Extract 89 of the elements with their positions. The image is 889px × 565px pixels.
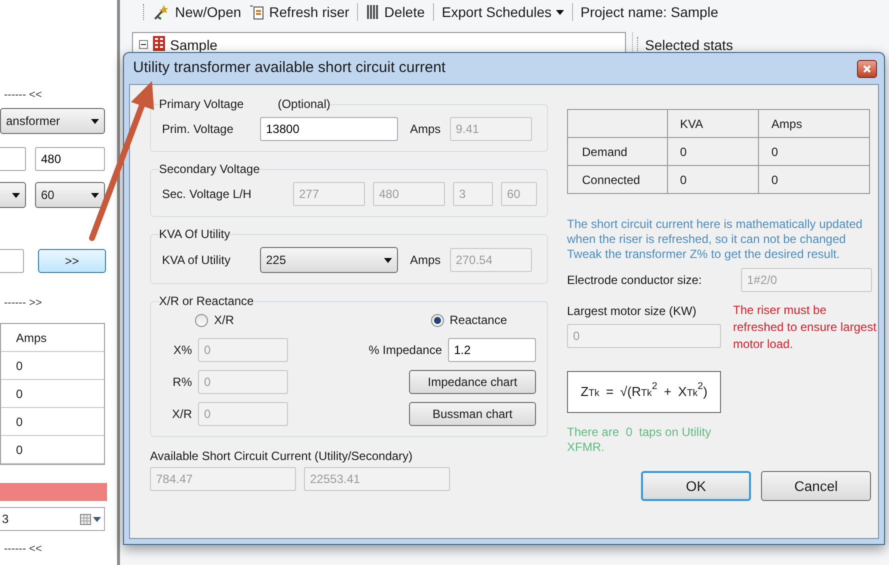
info-note: The short circuit current here is mathematically updated when the riser is refreshed, so it can not be changed Tweak the transformer Z% to get the desired result. — [567, 217, 864, 262]
input-field[interactable]: 480 — [35, 147, 105, 171]
next-button[interactable]: >> — [38, 249, 106, 273]
radio-button[interactable]: X/R — [195, 312, 332, 328]
toolbar-button[interactable]: New/Open — [153, 2, 242, 22]
field-label: Largest motor size (KW) — [567, 303, 698, 320]
table-cell: 0 — [668, 138, 759, 166]
row-header: Connected — [568, 166, 668, 194]
group-title: Secondary Voltage — [159, 161, 260, 178]
field-label: Available Short Circuit Current (Utility/Secondary) — [150, 448, 414, 465]
caret-icon — [91, 192, 99, 198]
group-title: X/R or Reactance — [159, 293, 254, 310]
row-header: Demand — [568, 138, 668, 166]
toolbar-button[interactable]: Refresh riser — [249, 2, 350, 22]
caret-icon — [91, 118, 99, 124]
export-dropdown[interactable]: Export Schedules — [442, 2, 564, 22]
warning-text: The riser must be refreshed to ensure largest motor load. — [733, 302, 877, 353]
input-field: 22553.41 — [304, 467, 450, 491]
caret-icon — [556, 10, 564, 14]
radio-circle[interactable] — [430, 314, 444, 326]
input-field: 1#2/0 — [741, 268, 872, 292]
group-title: KVA Of Utility — [159, 226, 230, 243]
dropdown[interactable] — [0, 182, 26, 208]
input-field[interactable] — [0, 147, 26, 171]
caret-icon — [384, 258, 392, 262]
dropdown[interactable]: 60 — [35, 182, 105, 208]
close-icon — [863, 64, 871, 72]
wand-icon — [153, 4, 171, 20]
table-cell: 0 — [758, 166, 870, 194]
section-label: ------ >> — [4, 296, 42, 311]
input-field: 480 — [373, 182, 445, 206]
caret-icon — [12, 192, 20, 198]
table-cell: 0 — [758, 138, 870, 166]
table-cell: 0 — [668, 166, 759, 194]
field-label: Prim. Voltage — [162, 121, 234, 138]
document-icon — [249, 4, 266, 20]
input-field: 270.54 — [450, 248, 532, 272]
field-label: Electrode conductor size: — [567, 272, 703, 289]
field-label: X/R — [170, 406, 192, 423]
chart-button[interactable]: Bussman chart — [409, 402, 536, 426]
dialog-button[interactable]: OK — [641, 471, 751, 501]
building-icon — [152, 35, 166, 51]
table-cell: 0 — [1, 380, 104, 408]
bars-icon — [366, 4, 380, 20]
date-field[interactable]: 3 — [0, 507, 105, 531]
dropdown[interactable]: ansformer — [0, 108, 105, 134]
caret-icon — [93, 516, 101, 522]
field-label: % Impedance — [368, 342, 442, 359]
group-note: (Optional) — [278, 96, 330, 113]
dialog-button[interactable]: Cancel — [761, 471, 871, 501]
close-button[interactable] — [857, 60, 877, 78]
input-field: 9.41 — [450, 117, 532, 141]
dropdown[interactable]: 225 — [260, 247, 398, 273]
input-field: 784.47 — [150, 467, 296, 491]
field-label: X% — [172, 342, 192, 359]
table-cell: 0 — [1, 408, 104, 436]
info-note: There are 0 taps on Utility XFMR. — [567, 425, 712, 455]
calendar-icon — [80, 514, 91, 524]
input-field: 0 — [198, 370, 288, 394]
input-field[interactable] — [0, 249, 24, 273]
input-field[interactable]: 1.2 — [448, 338, 536, 362]
input-field: 0 — [567, 324, 721, 348]
input-field: 60 — [501, 182, 537, 206]
field-label: KVA of Utility — [162, 252, 232, 269]
tree-item[interactable]: Sample — [170, 35, 218, 56]
field-label: R% — [172, 374, 192, 391]
panel-title: Selected stats — [645, 36, 733, 55]
input-field[interactable]: 13800 — [260, 117, 398, 141]
field-label: Sec. Voltage L/H — [162, 186, 252, 203]
column-header: KVA — [668, 110, 759, 138]
field-label: Amps — [410, 252, 441, 269]
radio-button[interactable]: Reactance — [430, 312, 507, 328]
column-header: Amps — [1, 324, 104, 352]
window-title: Utility transformer available short circuit current — [133, 58, 446, 78]
input-field: 277 — [293, 182, 365, 206]
input-field: 0 — [198, 402, 288, 426]
formula-box: Z$_{Tk}$ = √(R$_{Tk}$$^{2}$ + X$_{Tk}$$^{2}$) — [567, 371, 721, 413]
section-label: ------ << — [4, 542, 42, 557]
toolbar-button[interactable]: Delete — [366, 2, 425, 22]
input-field: 0 — [198, 338, 288, 362]
group-title: Primary Voltage — [159, 96, 244, 113]
input-field: 3 — [453, 182, 493, 206]
field-label: Amps — [410, 121, 441, 138]
table-cell: 0 — [1, 436, 104, 464]
chart-button[interactable]: Impedance chart — [409, 370, 536, 394]
section-label: ------ << — [4, 88, 42, 103]
project-name: Project name: Sample — [580, 2, 718, 22]
column-header: Amps — [758, 110, 870, 138]
table-cell: 0 — [1, 352, 104, 380]
